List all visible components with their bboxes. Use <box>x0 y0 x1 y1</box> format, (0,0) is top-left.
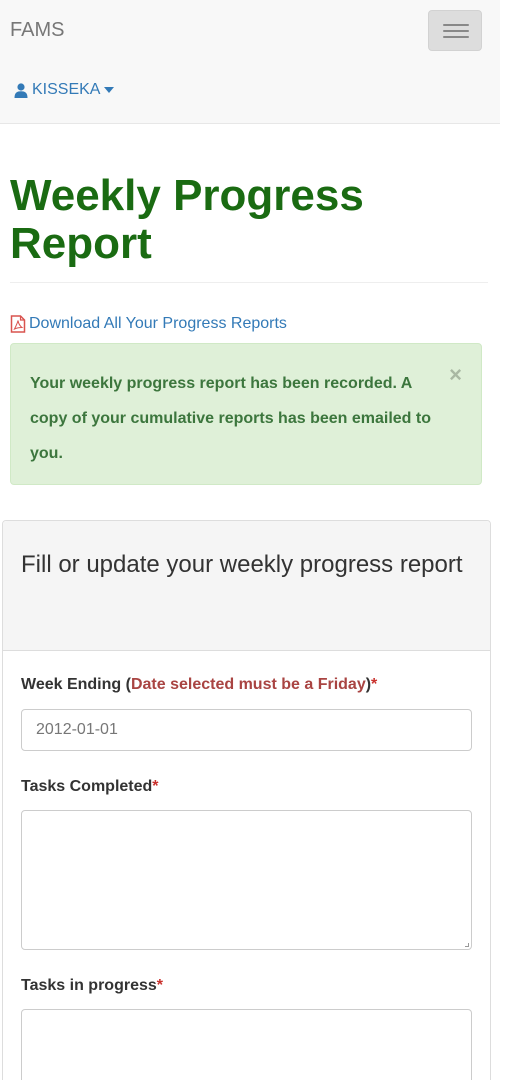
menu-icon-bar <box>443 30 469 32</box>
download-reports-link[interactable]: Download All Your Progress Reports <box>10 315 287 333</box>
week-ending-date-input[interactable]: 2012-01-01 <box>21 709 472 751</box>
tasks-in-progress-textarea[interactable] <box>21 1009 472 1080</box>
week-ending-hint: Date selected must be a Friday <box>130 676 366 693</box>
navbar: FAMS KISSEKA <box>0 0 500 124</box>
success-alert: Your weekly progress report has been rec… <box>10 343 482 485</box>
pdf-file-icon <box>10 315 26 333</box>
user-icon <box>14 82 28 98</box>
form-heading: Fill or update your weekly progress repo… <box>21 551 463 578</box>
resize-handle[interactable] <box>465 943 469 947</box>
required-marker: * <box>156 977 163 994</box>
close-icon[interactable]: × <box>449 364 462 386</box>
tasks-in-progress-label-text: Tasks in progress <box>21 977 157 994</box>
user-name: KISSEKA <box>32 81 101 98</box>
tasks-completed-label-text: Tasks Completed <box>21 778 153 795</box>
menu-toggle-button[interactable] <box>428 10 482 51</box>
week-ending-label-text: Week Ending <box>21 676 122 693</box>
brand-link[interactable]: FAMS <box>10 19 64 42</box>
download-link-label: Download All Your Progress Reports <box>29 315 287 332</box>
tasks-completed-label: Tasks Completed* <box>21 778 159 796</box>
menu-icon-bar <box>443 36 469 38</box>
divider <box>10 282 488 283</box>
page-title: Weekly Progress Report <box>10 171 364 268</box>
tasks-completed-textarea[interactable] <box>21 810 472 950</box>
required-marker: * <box>152 778 159 795</box>
week-ending-label: Week Ending (Date selected must be a Fri… <box>21 676 377 694</box>
alert-message: Your weekly progress report has been rec… <box>30 375 431 462</box>
user-dropdown[interactable]: KISSEKA <box>14 81 115 99</box>
caret-down-icon <box>104 87 115 93</box>
menu-icon <box>443 24 469 26</box>
required-marker: * <box>371 676 378 693</box>
progress-form-panel: Fill or update your weekly progress repo… <box>2 520 491 1080</box>
panel-heading: Fill or update your weekly progress repo… <box>3 521 490 651</box>
tasks-in-progress-label: Tasks in progress* <box>21 977 163 995</box>
